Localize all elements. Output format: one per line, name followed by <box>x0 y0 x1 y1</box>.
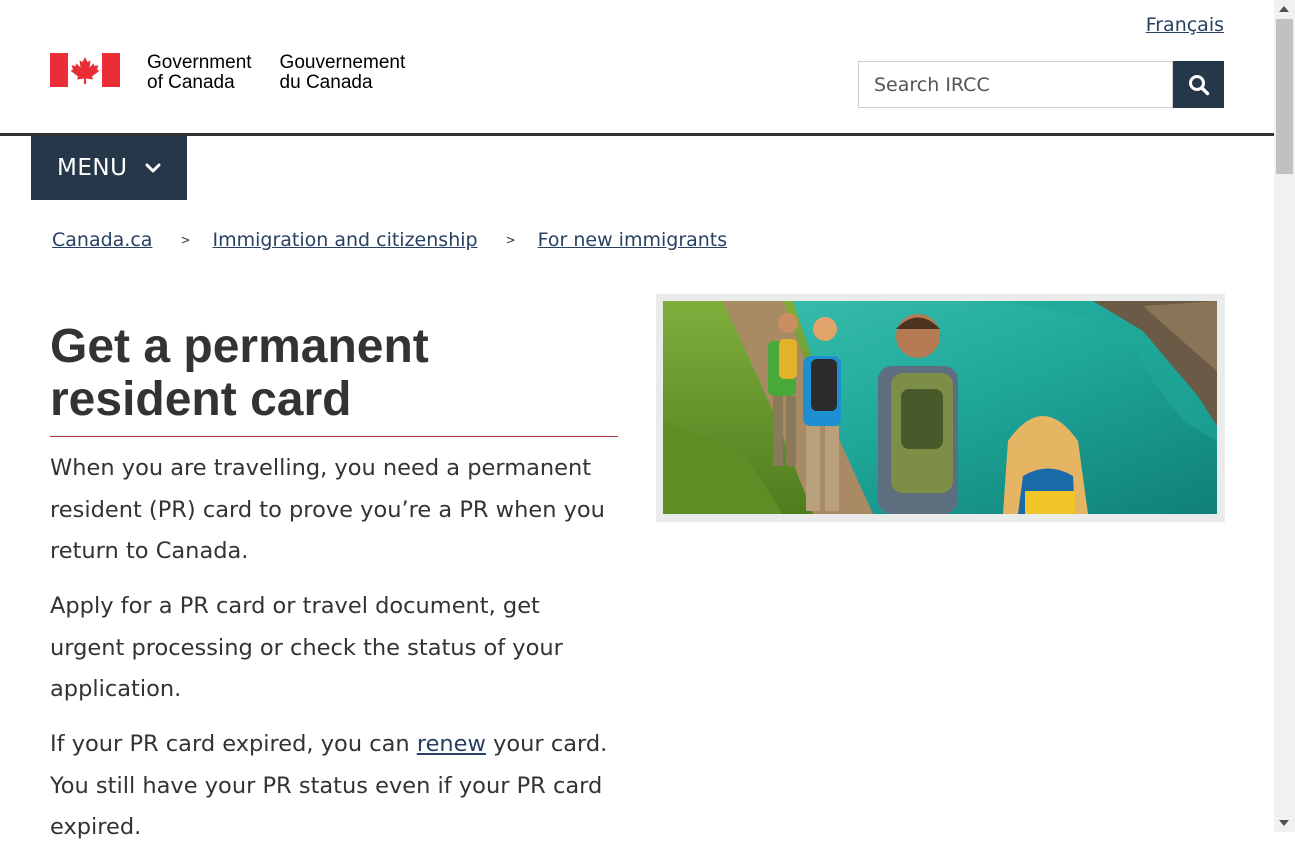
signature-english: Government of Canada <box>147 53 252 93</box>
search-input[interactable] <box>858 61 1173 108</box>
breadcrumb-separator: > <box>180 233 191 247</box>
breadcrumb-separator: > <box>505 233 516 247</box>
apply-paragraph: Apply for a PR card or travel document, … <box>50 593 563 702</box>
page-title: Get a permanent resident card <box>50 320 429 426</box>
intro-paragraph: When you are travelling, you need a perm… <box>50 455 605 564</box>
search-button[interactable] <box>1173 61 1224 108</box>
signature-en-line2: of Canada <box>147 72 235 93</box>
search-bar <box>858 61 1224 108</box>
hero-image-frame <box>656 294 1225 522</box>
search-icon <box>1188 74 1209 95</box>
breadcrumb-link-immigration[interactable]: Immigration and citizenship <box>213 229 478 251</box>
renew-paragraph: If your PR card expired, you can renew y… <box>50 724 620 849</box>
renew-link[interactable]: renew <box>417 731 486 757</box>
breadcrumb-link-new-immigrants[interactable]: For new immigrants <box>538 229 728 251</box>
vertical-scrollbar[interactable] <box>1274 0 1295 832</box>
scroll-up-arrow-icon[interactable] <box>1279 6 1289 12</box>
canada-flag-icon <box>50 53 120 87</box>
language-toggle-link[interactable]: Français <box>1146 14 1224 36</box>
menu-button[interactable]: MENU <box>31 136 187 200</box>
site-header: Français Government of Canada Gouverneme… <box>0 0 1274 136</box>
hikers-river-image <box>663 301 1217 514</box>
signature-french: Gouvernement du Canada <box>280 53 406 93</box>
signature-fr-line2: du Canada <box>279 72 373 93</box>
breadcrumb-link-canada[interactable]: Canada.ca <box>52 229 152 251</box>
title-underline <box>50 436 618 437</box>
signature-en-line1: Government <box>147 52 252 73</box>
government-signature[interactable]: Government of Canada Gouvernement du Can… <box>50 53 405 93</box>
chevron-down-icon <box>145 163 161 173</box>
scrollbar-thumb[interactable] <box>1276 19 1293 174</box>
breadcrumb: Canada.ca > Immigration and citizenship … <box>52 229 727 251</box>
scroll-down-arrow-icon[interactable] <box>1279 820 1289 826</box>
menu-label: MENU <box>57 155 128 181</box>
signature-fr-line1: Gouvernement <box>279 52 406 73</box>
renew-text-before: If your PR card expired, you can <box>50 731 417 757</box>
